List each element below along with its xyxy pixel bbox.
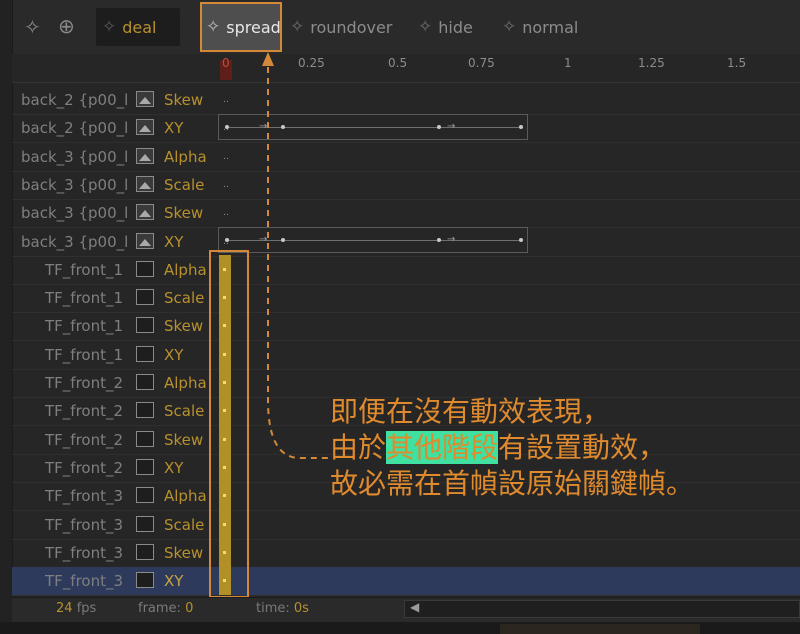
keyframe-dot[interactable] — [223, 381, 226, 384]
time-value: 0s — [293, 601, 309, 616]
time-label: time: — [256, 601, 290, 616]
frame-readout: frame: 0 — [138, 601, 193, 616]
annotation-text: 有設置動效， — [498, 431, 667, 464]
frame-value: 0 — [185, 601, 194, 616]
keyframe-dot[interactable] — [223, 437, 226, 441]
fps-label: fps — [76, 601, 97, 616]
annotation-highlight: 其他階段 — [386, 431, 499, 464]
time-readout: time: 0s — [256, 601, 309, 616]
frame-label: frame: — [138, 601, 181, 616]
keyframe-dot[interactable] — [223, 324, 226, 328]
annotation-connector — [262, 52, 330, 459]
keyframe-dot[interactable] — [223, 352, 226, 356]
annotation-note: 即便在沒有動效表現， 由於其他階段有設置動效， 故必需在首幀設原始關鍵幀。 — [330, 394, 694, 502]
keyframe-dot[interactable] — [223, 522, 226, 526]
fps-readout: 24 fps — [56, 601, 96, 616]
scroll-left-icon[interactable]: ◀ — [410, 600, 419, 614]
footer-artwork — [500, 624, 700, 634]
keyframe-dot[interactable] — [223, 550, 226, 554]
keyframe-dot[interactable] — [223, 494, 226, 498]
timeline-scrollbar[interactable] — [404, 600, 800, 618]
annotation-line: 即便在沒有動效表現， — [330, 395, 611, 428]
keyframe-dot[interactable] — [223, 296, 226, 300]
keyframe-dot[interactable] — [223, 267, 226, 271]
keyframe-dot[interactable] — [223, 579, 226, 583]
annotation-line: 由於其他階段有設置動效， — [330, 430, 694, 466]
keyframe-dot[interactable] — [223, 409, 226, 413]
keyframe-dot[interactable] — [223, 465, 226, 469]
annotation-line: 故必需在首幀設原始關鍵幀。 — [330, 467, 695, 500]
fps-value: 24 — [56, 601, 73, 616]
annotation-text: 由於 — [330, 431, 387, 464]
